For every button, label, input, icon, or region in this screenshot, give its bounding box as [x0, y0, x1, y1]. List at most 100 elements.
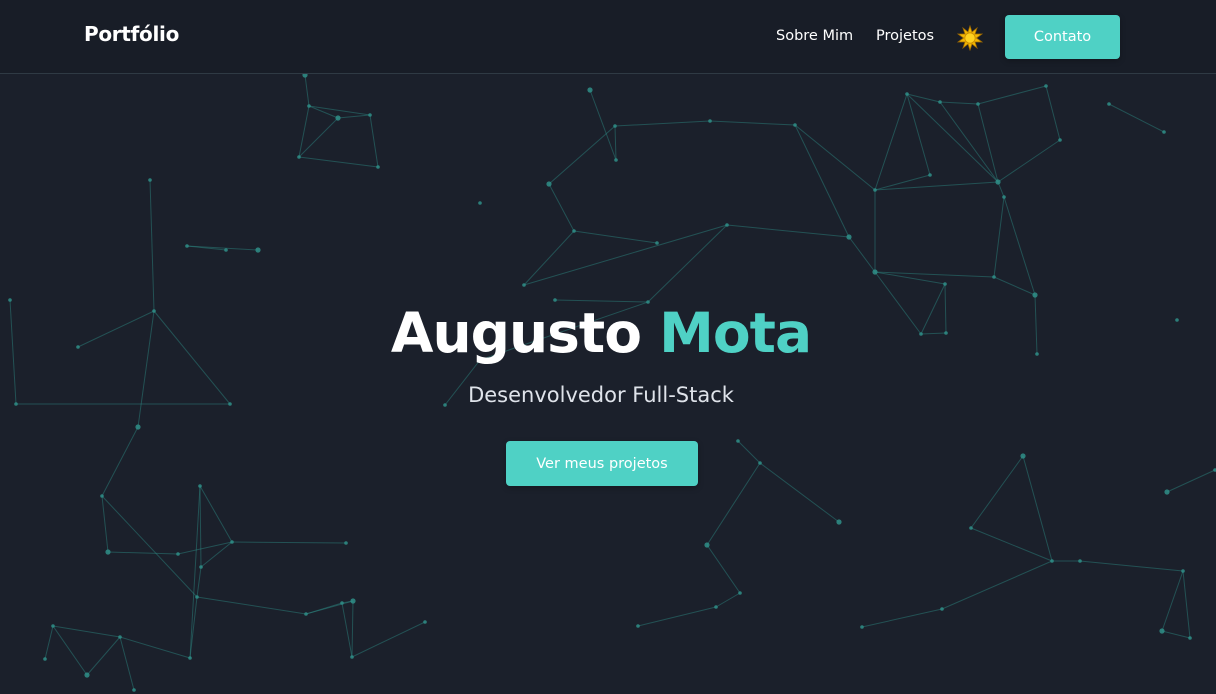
network-node — [105, 549, 111, 555]
view-projects-button[interactable]: Ver meus projetos — [506, 441, 698, 486]
network-node — [905, 92, 909, 96]
network-node — [132, 688, 136, 692]
network-node — [587, 87, 593, 93]
network-node — [376, 165, 380, 169]
network-link — [977, 103, 999, 183]
network-link — [101, 495, 198, 598]
network-node — [199, 565, 203, 569]
network-link — [52, 625, 121, 638]
network-link — [337, 114, 371, 119]
nav-link-about[interactable]: Sobre Mim — [776, 28, 853, 44]
network-node — [195, 595, 199, 599]
network-node — [307, 104, 311, 108]
network-link — [939, 101, 999, 183]
network-node — [940, 607, 944, 611]
network-node — [1159, 628, 1165, 634]
contact-button[interactable]: Contato — [1005, 15, 1120, 59]
network-link — [1161, 570, 1184, 632]
network-link — [1182, 570, 1191, 639]
network-link — [1079, 560, 1184, 572]
network-node — [84, 672, 90, 678]
network-link — [1108, 103, 1165, 133]
network-node — [340, 601, 344, 605]
network-link — [993, 196, 1005, 278]
network-link — [573, 230, 658, 244]
network-node — [873, 188, 877, 192]
network-link — [589, 89, 617, 161]
network-link — [298, 156, 379, 168]
network-node — [100, 494, 104, 498]
hero-subtitle: Desenvolvedor Full-Stack — [468, 383, 734, 407]
network-link — [906, 93, 931, 176]
network-link — [794, 124, 876, 191]
network-link — [52, 625, 88, 676]
network-link — [874, 271, 995, 278]
network-link — [874, 181, 999, 191]
network-node — [344, 541, 348, 545]
network-link — [1003, 196, 1036, 296]
network-link — [149, 179, 155, 312]
network-node — [969, 526, 973, 530]
network-link — [1161, 630, 1191, 639]
network-link — [706, 462, 761, 546]
network-node — [1058, 138, 1062, 142]
network-link — [548, 125, 616, 185]
network-node — [297, 155, 301, 159]
network-node — [1107, 102, 1111, 106]
network-node — [846, 234, 852, 240]
network-link — [196, 566, 202, 598]
network-link — [351, 621, 426, 658]
network-node — [350, 655, 354, 659]
network-node — [995, 179, 1001, 185]
network-node — [335, 115, 341, 121]
network-node — [758, 461, 762, 465]
network-link — [369, 114, 379, 168]
network-node — [255, 247, 261, 253]
nav-link-projects[interactable]: Projetos — [876, 28, 934, 44]
network-node — [736, 439, 740, 443]
network-node — [118, 635, 122, 639]
network-node — [872, 269, 878, 275]
network-node — [1044, 84, 1048, 88]
network-link — [351, 600, 354, 658]
hero-title: Augusto Mota — [0, 300, 1202, 366]
network-link — [970, 455, 1024, 529]
network-node — [304, 612, 308, 616]
navbar: Portfólio Sobre Mim Projetos Contato — [0, 0, 1216, 74]
page: Portfólio Sobre Mim Projetos Contato Aug… — [0, 0, 1216, 694]
sun-icon — [956, 24, 984, 52]
network-node — [1002, 195, 1006, 199]
network-link — [1045, 85, 1061, 141]
network-link — [308, 105, 371, 116]
network-link — [906, 93, 999, 183]
network-link — [341, 602, 353, 658]
network-node — [738, 591, 742, 595]
network-node — [614, 158, 618, 162]
network-link — [548, 183, 575, 232]
network-link — [993, 276, 1036, 296]
network-link — [794, 124, 850, 238]
network-link — [977, 85, 1047, 105]
network-node — [992, 275, 996, 279]
network-link — [1166, 469, 1216, 493]
network-node — [51, 624, 55, 628]
network-node — [148, 178, 152, 182]
network-link — [874, 93, 908, 191]
network-node — [1020, 453, 1026, 459]
network-node — [938, 100, 942, 104]
network-node — [704, 542, 710, 548]
theme-toggle-button[interactable] — [956, 24, 984, 52]
network-node — [546, 181, 552, 187]
network-node — [613, 124, 617, 128]
network-link — [637, 606, 717, 627]
network-link — [101, 426, 139, 497]
network-node — [350, 598, 356, 604]
network-node — [185, 244, 189, 248]
network-link — [298, 117, 339, 158]
network-link — [706, 544, 741, 594]
network-link — [189, 485, 201, 659]
network-link — [107, 551, 179, 555]
brand-logo[interactable]: Portfólio — [84, 22, 179, 46]
network-link — [304, 74, 310, 107]
network-link — [715, 592, 741, 608]
